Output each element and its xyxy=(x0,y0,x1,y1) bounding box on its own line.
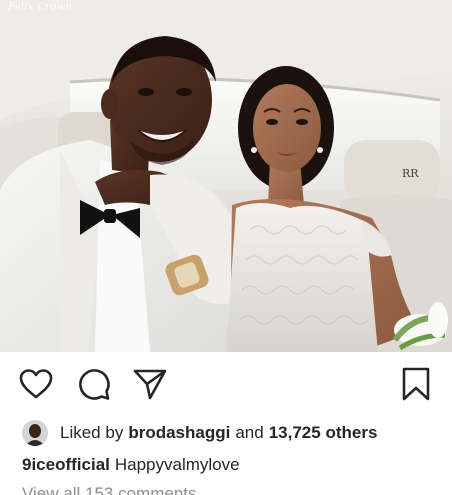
heart-icon xyxy=(19,369,53,399)
save-button[interactable] xyxy=(398,366,434,402)
likes-summary: Liked by brodashaggi and 13,725 others xyxy=(22,418,377,448)
svg-text:RR: RR xyxy=(402,167,419,180)
wedding-couple-photo: RR xyxy=(0,0,452,352)
share-button[interactable] xyxy=(132,366,168,402)
paper-plane-icon xyxy=(133,369,167,400)
likes-count-link[interactable]: 13,725 others xyxy=(269,423,378,443)
post-caption: 9iceofficial Happyvalmylove xyxy=(22,455,240,475)
bookmark-icon xyxy=(402,367,430,401)
liker-avatar[interactable] xyxy=(22,420,48,446)
liked-by-label: Liked by xyxy=(60,423,124,442)
liker-username-link[interactable]: brodashaggi xyxy=(128,423,230,443)
photo-watermark: Felix Crown xyxy=(8,2,73,13)
caption-text: Happyvalmylove xyxy=(114,455,240,474)
post-action-bar xyxy=(0,360,452,408)
like-button[interactable] xyxy=(18,366,54,402)
avatar-photo-icon xyxy=(22,420,48,446)
view-all-comments-link[interactable]: View all 153 comments xyxy=(22,484,197,495)
caption-username-link[interactable]: 9iceofficial xyxy=(22,455,110,474)
post-photo[interactable]: RR Felix Crown xyxy=(0,0,452,352)
comment-icon xyxy=(79,369,110,400)
likes-conjunction: and xyxy=(235,423,264,442)
comment-button[interactable] xyxy=(76,366,112,402)
